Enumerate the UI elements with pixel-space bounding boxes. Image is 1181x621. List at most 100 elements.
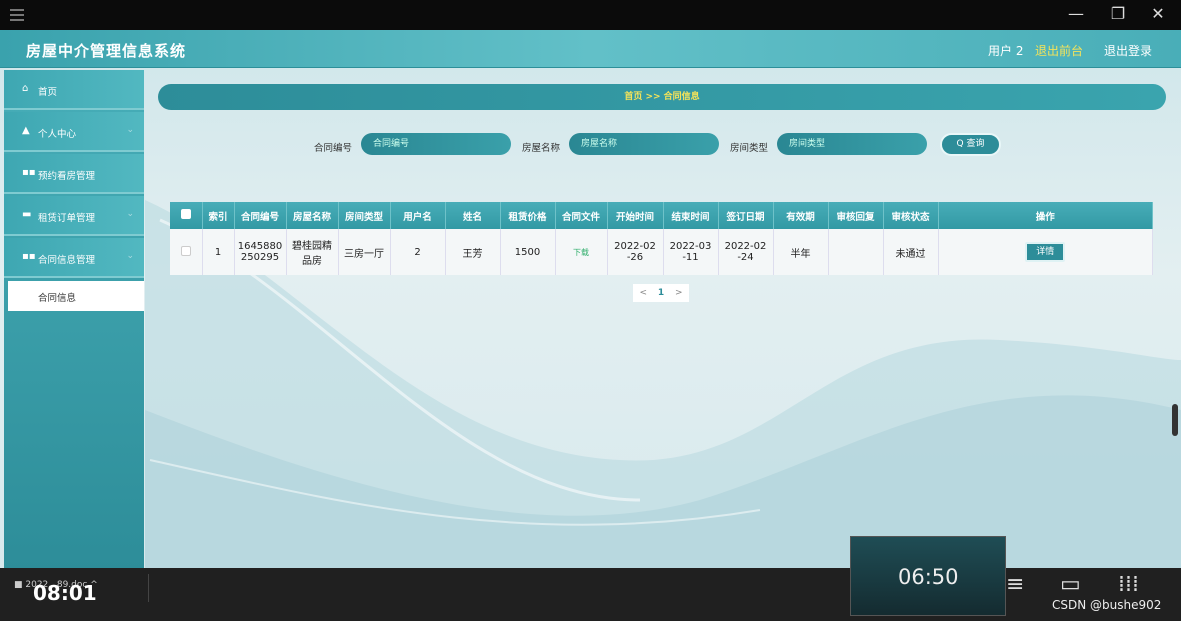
prev-page-button[interactable]: < bbox=[639, 288, 647, 298]
column-header: 开始时间 bbox=[607, 202, 664, 229]
download-link[interactable]: 下载 bbox=[573, 248, 589, 257]
current-user: 用户 2 bbox=[988, 44, 1024, 58]
next-page-button[interactable]: > bbox=[675, 288, 683, 298]
app-header: 房屋中介管理信息系统 用户 2 退出前台 退出登录 bbox=[0, 30, 1181, 68]
grid-icon: ▪▪ bbox=[22, 167, 36, 178]
comment-icon[interactable]: ▭ bbox=[1060, 572, 1081, 597]
divider bbox=[148, 574, 149, 602]
close-button[interactable]: ✕ bbox=[1146, 4, 1170, 23]
sidebar-item-label: 个人中心 bbox=[38, 129, 77, 140]
row-checkbox[interactable] bbox=[180, 245, 191, 256]
ticket-icon: ▬ bbox=[22, 209, 32, 220]
playlist-icon[interactable]: ≡ bbox=[1006, 572, 1024, 597]
sidebar-item-label: 租赁订单管理 bbox=[38, 213, 96, 224]
menu-icon[interactable] bbox=[10, 9, 24, 21]
cell-contract-no: 1645880 250295 bbox=[234, 229, 287, 275]
cell-reply bbox=[828, 229, 884, 275]
house-name-input[interactable]: 房屋名称 bbox=[569, 133, 719, 155]
cell-start-line2: -26 bbox=[626, 252, 644, 263]
cell-house-line1: 碧桂园精 bbox=[292, 241, 332, 252]
backend-link[interactable]: 退出前台 bbox=[1035, 42, 1083, 59]
search-button[interactable]: Q 查询 bbox=[940, 133, 1001, 156]
column-header: 姓名 bbox=[445, 202, 501, 229]
table-row: 1 1645880 250295 碧桂园精品房 三房一厅 2 王芳 1500 下载… bbox=[170, 229, 1153, 275]
contract-table: 索引 合同编号 房屋名称 房间类型 用户名 姓名 租赁价格 合同文件 开始时间 … bbox=[170, 202, 1153, 275]
column-header: 合同编号 bbox=[234, 202, 287, 229]
search-label-house: 房屋名称 bbox=[522, 143, 561, 154]
cell-username: 2 bbox=[390, 229, 446, 275]
column-header: 索引 bbox=[202, 202, 235, 229]
column-header: 租赁价格 bbox=[500, 202, 556, 229]
column-header: 有效期 bbox=[773, 202, 829, 229]
chevron-down-icon: ⌄ bbox=[126, 125, 134, 135]
sidebar-item-profile[interactable]: ▲ 个人中心 ⌄ bbox=[4, 112, 144, 152]
column-header: 签订日期 bbox=[718, 202, 774, 229]
cell-status: 未通过 bbox=[883, 229, 939, 275]
logout-link[interactable]: 退出登录 bbox=[1104, 42, 1152, 59]
cell-sign-line2: -24 bbox=[737, 252, 754, 263]
minimize-button[interactable]: — bbox=[1064, 4, 1088, 23]
table-header-row: 索引 合同编号 房屋名称 房间类型 用户名 姓名 租赁价格 合同文件 开始时间 … bbox=[170, 202, 1153, 229]
select-all-checkbox[interactable] bbox=[180, 209, 191, 219]
background-wave bbox=[145, 200, 1181, 570]
sidebar-subitem-label: 合同信息 bbox=[38, 293, 77, 304]
app-title: 房屋中介管理信息系统 bbox=[26, 42, 187, 60]
sidebar: ⌂ 首页 ▲ 个人中心 ⌄ ▪▪ 预约看房管理 ▬ 租赁订单管理 ⌄ ▪▪ 合同… bbox=[4, 70, 144, 570]
app-frame: 房屋中介管理信息系统 用户 2 退出前台 退出登录 ⌂ 首页 ▲ 个人中心 ⌄ … bbox=[0, 30, 1181, 570]
column-header: 房间类型 bbox=[338, 202, 391, 229]
cell-file: 下载 bbox=[555, 229, 608, 275]
select-all-cell bbox=[170, 202, 203, 229]
sidebar-subitem-contract-info[interactable]: 合同信息 bbox=[8, 281, 144, 311]
scrollbar-thumb[interactable] bbox=[1172, 404, 1178, 436]
column-header: 审核回复 bbox=[828, 202, 884, 229]
contract-no-input[interactable]: 合同编号 bbox=[361, 133, 511, 155]
home-icon: ⌂ bbox=[22, 83, 29, 94]
restore-button[interactable]: ❐ bbox=[1106, 4, 1130, 23]
cell-price: 1500 bbox=[500, 229, 556, 275]
room-type-input[interactable]: 房间类型 bbox=[777, 133, 927, 155]
row-select-cell bbox=[170, 229, 203, 275]
cell-end-line1: 2022-03 bbox=[669, 241, 712, 252]
sidebar-item-label: 首页 bbox=[38, 87, 58, 98]
thumbnail-time: 06:50 bbox=[898, 565, 959, 589]
chevron-down-icon: ⌄ bbox=[126, 251, 134, 261]
breadcrumb: 首页 >> 合同信息 bbox=[158, 84, 1166, 110]
window-titlebar: — ❐ ✕ bbox=[0, 0, 1181, 30]
cell-name: 王芳 bbox=[445, 229, 501, 275]
sidebar-item-home[interactable]: ⌂ 首页 bbox=[4, 70, 144, 110]
user-icon: ▲ bbox=[22, 125, 30, 136]
search-label-room: 房间类型 bbox=[730, 143, 769, 154]
sidebar-item-label: 预约看房管理 bbox=[38, 171, 96, 182]
search-label-contract: 合同编号 bbox=[314, 143, 353, 154]
sidebar-item-viewing[interactable]: ▪▪ 预约看房管理 bbox=[4, 154, 144, 194]
cell-sign-line1: 2022-02 bbox=[724, 241, 767, 252]
cell-sign: 2022-02 -24 bbox=[718, 229, 774, 275]
cell-index: 1 bbox=[202, 229, 235, 275]
column-header: 操作 bbox=[938, 202, 1153, 229]
detail-button[interactable]: 详情 bbox=[1025, 242, 1066, 262]
current-page[interactable]: 1 bbox=[658, 288, 664, 298]
cell-validity: 半年 bbox=[773, 229, 829, 275]
cell-action: 详情 bbox=[938, 229, 1153, 275]
column-header: 合同文件 bbox=[555, 202, 608, 229]
cell-start: 2022-02 -26 bbox=[607, 229, 664, 275]
grid-icon: ▪▪ bbox=[22, 251, 36, 262]
cell-contract-no-line2: 250295 bbox=[240, 252, 280, 263]
cell-house-name: 碧桂园精 品房 bbox=[286, 229, 339, 275]
column-header: 用户名 bbox=[390, 202, 446, 229]
cell-start-line1: 2022-02 bbox=[614, 241, 656, 252]
cell-end-line2: -11 bbox=[682, 252, 699, 263]
cell-house-line2: 品房 bbox=[302, 256, 322, 267]
cell-room-type: 三房一厅 bbox=[338, 229, 391, 275]
column-header: 结束时间 bbox=[663, 202, 719, 229]
video-taskbar: ■ 2022...89.doc ^ 08:01 06:50 ≡ ▭ ⁞⁞⁞ CS… bbox=[0, 536, 1181, 621]
watermark: CSDN @bushe902 bbox=[1052, 598, 1162, 612]
grid-menu-icon[interactable]: ⁞⁞⁞ bbox=[1118, 572, 1139, 597]
sidebar-item-contracts[interactable]: ▪▪ 合同信息管理 ⌄ bbox=[4, 238, 144, 278]
cell-end: 2022-03 -11 bbox=[663, 229, 719, 275]
column-header: 审核状态 bbox=[883, 202, 939, 229]
chevron-down-icon: ⌄ bbox=[126, 209, 134, 219]
cell-contract-no-line1: 1645880 bbox=[237, 241, 283, 252]
pagination: < 1 > bbox=[633, 284, 689, 302]
sidebar-item-orders[interactable]: ▬ 租赁订单管理 ⌄ bbox=[4, 196, 144, 236]
